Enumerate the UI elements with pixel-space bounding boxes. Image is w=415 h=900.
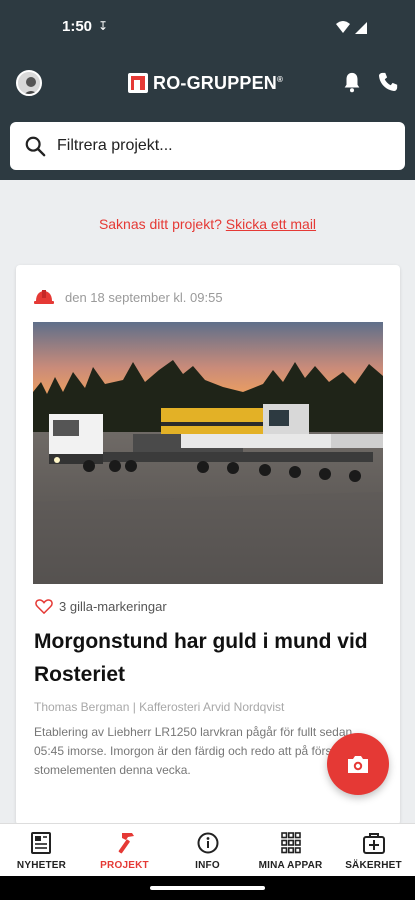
status-bar: 1:50 ↧ xyxy=(0,0,415,56)
download-arrow-icon: ↧ xyxy=(98,19,109,33)
hammer-icon xyxy=(118,833,134,854)
likes-row[interactable]: 3 gilla-markeringar xyxy=(35,598,167,614)
ro-gruppen-logo: RO-GRUPPEN® xyxy=(127,68,283,98)
user-avatar-icon xyxy=(18,72,40,94)
search-bar xyxy=(10,122,405,170)
nav-sakerhet[interactable]: SÄKERHET xyxy=(332,824,415,876)
post-meta: den 18 september kl. 09:55 xyxy=(33,287,223,307)
logo-text: RO-GRUPPEN® xyxy=(153,72,284,93)
post-date: den 18 september kl. 09:55 xyxy=(65,289,223,305)
app-header: RO-GRUPPEN® xyxy=(0,56,415,180)
logo-mark-icon xyxy=(128,73,148,93)
nav-projekt[interactable]: PROJEKT xyxy=(83,824,166,876)
camera-button[interactable] xyxy=(327,733,389,795)
bottom-nav: NYHETER PROJEKT INFO MINA APPAR SÄKERHET xyxy=(0,823,415,876)
hard-hat-icon xyxy=(34,290,54,304)
missing-project-text: Saknas ditt projekt? xyxy=(98,216,226,232)
avatar[interactable] xyxy=(16,70,42,96)
missing-project-line: Saknas ditt projekt? Skicka ett mail xyxy=(0,216,415,232)
info-icon xyxy=(197,832,218,854)
nav-label: NYHETER xyxy=(16,860,67,871)
status-time: 1:50 xyxy=(62,18,93,35)
nav-mina-appar[interactable]: MINA APPAR xyxy=(249,824,332,876)
nav-label: PROJEKT xyxy=(100,860,149,871)
first-aid-icon xyxy=(362,833,385,854)
send-mail-link[interactable]: Skicka ett mail xyxy=(226,216,316,232)
post-author: Thomas Bergman | Kafferosteri Arvid Nord… xyxy=(34,700,285,714)
home-indicator[interactable] xyxy=(150,886,265,890)
camera-icon xyxy=(348,756,368,773)
nav-info[interactable]: INFO xyxy=(166,824,249,876)
grid-icon xyxy=(280,832,301,854)
heart-icon[interactable] xyxy=(35,598,53,614)
post-photo[interactable] xyxy=(33,322,383,584)
nav-label: MINA APPAR xyxy=(258,860,323,871)
nav-label: SÄKERHET xyxy=(345,860,402,871)
truck-crane-photo xyxy=(33,322,383,584)
post-title[interactable]: Morgonstund har guld i mund vid Rosterie… xyxy=(34,625,384,691)
nav-label: INFO xyxy=(195,860,220,871)
search-icon xyxy=(25,136,46,157)
likes-count: 3 gilla-markeringar xyxy=(59,598,167,614)
newspaper-icon xyxy=(30,832,51,854)
nav-nyheter[interactable]: NYHETER xyxy=(0,824,83,876)
phone-icon[interactable] xyxy=(377,71,399,93)
gesture-bar xyxy=(0,876,415,900)
wifi-battery-icons xyxy=(336,21,367,34)
search-input[interactable] xyxy=(57,134,387,158)
bell-icon[interactable] xyxy=(341,71,363,93)
